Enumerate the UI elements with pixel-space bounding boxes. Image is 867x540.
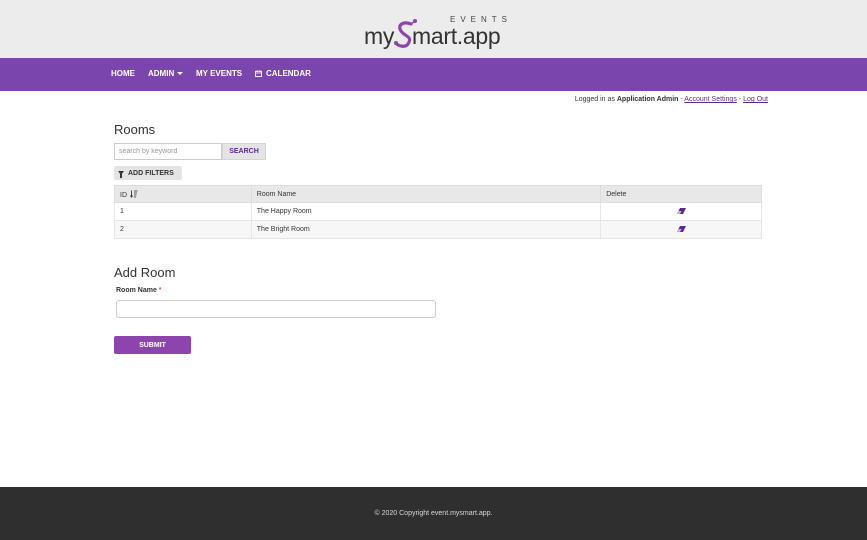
separator: - (738, 96, 742, 103)
room-name-label: Room Name * (116, 287, 162, 294)
room-name-input[interactable] (116, 300, 436, 318)
delete-cell (600, 202, 762, 221)
logo-subtitle: EVENTS (450, 15, 513, 24)
nav-home[interactable]: HOME (111, 69, 135, 78)
column-header-id[interactable]: ID (114, 185, 252, 203)
table-row: 2 The Bright Room (114, 220, 762, 239)
user-name: Application Admin (616, 96, 679, 103)
column-header-delete: Delete (600, 185, 762, 203)
logo-text-left: my (364, 23, 395, 49)
table-header-row: ID Room Name Delete (114, 185, 762, 203)
footer: © 2020 Copyright event.mysmart.app. (0, 487, 867, 540)
nav-admin-dropdown[interactable]: ADMIN (148, 69, 184, 78)
separator: - (680, 96, 683, 103)
logout-link[interactable]: Log Out (743, 96, 768, 103)
eraser-icon[interactable] (676, 208, 686, 215)
nav-calendar-label: CALENDAR (266, 69, 311, 78)
room-name-cell: The Bright Room (250, 220, 602, 239)
rooms-table: ID Room Name Delete 1 The Happy Room 2 T… (114, 185, 762, 239)
room-id-cell: 1 (114, 202, 252, 221)
delete-cell (600, 220, 762, 239)
add-filters-button[interactable]: ADD FILTERS (114, 166, 182, 180)
room-name-cell: The Happy Room (250, 202, 602, 221)
top-header: my mart.app EVENTS (0, 0, 867, 58)
login-prefix: Logged in as (574, 96, 615, 103)
user-status-bar: Logged in as Application Admin - Account… (575, 96, 768, 103)
nav-admin-label: ADMIN (148, 69, 175, 78)
eraser-icon[interactable] (676, 226, 686, 233)
calendar-icon (255, 70, 262, 77)
caret-down-icon (177, 72, 184, 75)
add-filters-label: ADD FILTERS (128, 169, 174, 177)
main-nav: HOME ADMIN MY EVENTS CALENDAR (0, 58, 867, 91)
column-header-room-name[interactable]: Room Name (250, 185, 602, 203)
add-room-heading: Add Room (114, 265, 176, 280)
required-marker: * (158, 287, 162, 294)
logo[interactable]: my mart.app EVENTS (364, 14, 514, 49)
rooms-heading: Rooms (114, 122, 156, 137)
filter-icon (118, 171, 124, 178)
logo-text-right: mart.app (412, 23, 501, 49)
copyright-text: © 2020 Copyright event.mysmart.app. (374, 510, 493, 517)
sort-numeric-icon (130, 190, 138, 198)
submit-button[interactable]: SUBMIT (114, 336, 191, 354)
room-name-label-text: Room Name (116, 287, 157, 294)
account-settings-link[interactable]: Account Settings (684, 96, 737, 103)
table-row: 1 The Happy Room (114, 202, 762, 221)
nav-calendar[interactable]: CALENDAR (255, 69, 311, 78)
search-input[interactable] (114, 143, 222, 160)
column-header-label: ID (120, 191, 127, 199)
room-id-cell: 2 (114, 220, 252, 239)
nav-my-events[interactable]: MY EVENTS (196, 69, 242, 78)
search-button[interactable]: SEARCH (222, 143, 266, 160)
